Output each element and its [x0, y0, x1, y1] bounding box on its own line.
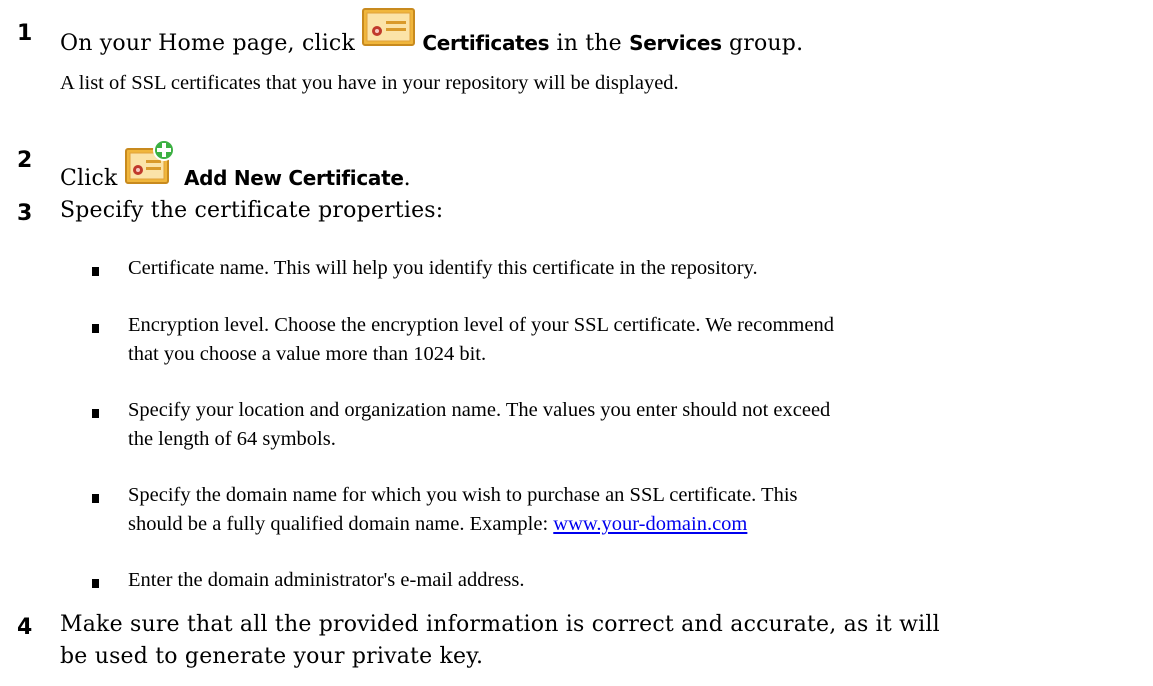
step-text: . [403, 166, 411, 191]
step-1-note: A list of SSL certificates that you have… [60, 72, 679, 94]
example-domain-link[interactable]: www.your-domain.com [553, 513, 747, 535]
bullet-line-text: should be a fully qualified domain name.… [128, 513, 554, 535]
bullet-line: Specify your location and organization n… [128, 399, 831, 421]
add-certificate-icon[interactable] [124, 139, 177, 185]
bullet-line: Enter the domain administrator's e-mail … [128, 569, 525, 591]
step-number: 4 [17, 615, 33, 640]
step-text: Click [60, 166, 118, 191]
step-text: in the [556, 31, 622, 56]
bullet-marker [92, 324, 99, 333]
step-number: 1 [17, 21, 33, 46]
bullet-line: that you choose a value more than 1024 b… [128, 343, 487, 365]
bullet-text: Enter the domain administrator's e-mail … [128, 566, 525, 595]
add-new-certificate-label: Add New Certificate [183, 166, 404, 190]
bullet-line: the length of 64 symbols. [128, 428, 336, 450]
bullet-text: Encryption level. Choose the encryption … [128, 311, 834, 369]
services-label: Services [629, 31, 722, 55]
step-number: 3 [17, 201, 33, 226]
step-3-text: Specify the certificate properties: [60, 198, 444, 223]
bullet-text: Specify the domain name for which you wi… [128, 481, 798, 539]
step-4-line-2: be used to generate your private key. [60, 644, 484, 669]
bullet-marker [92, 494, 99, 503]
bullet-text: Specify your location and organization n… [128, 396, 830, 454]
certificates-label: Certificates [422, 31, 550, 55]
step-text: group. [728, 31, 804, 56]
bullet-line: Specify the domain name for which you wi… [128, 484, 798, 506]
bullet-marker [92, 409, 99, 418]
step-4-line-1: Make sure that all the provided informat… [60, 612, 940, 637]
certificate-icon[interactable] [362, 8, 416, 46]
step-text: On your Home page, click [60, 31, 355, 56]
bullet-line: should be a fully qualified domain name.… [128, 510, 798, 539]
bullet-marker [92, 579, 99, 588]
step-number: 2 [17, 148, 33, 173]
bullet-marker [92, 267, 99, 276]
step-2-text: Click Add New Certificate. [60, 139, 411, 191]
bullet-text: Certificate name. This will help you ide… [128, 254, 758, 283]
bullet-line: Encryption level. Choose the encryption … [128, 314, 834, 336]
step-1-text: On your Home page, click Certificates in… [60, 8, 804, 56]
bullet-line: Certificate name. This will help you ide… [128, 257, 758, 279]
